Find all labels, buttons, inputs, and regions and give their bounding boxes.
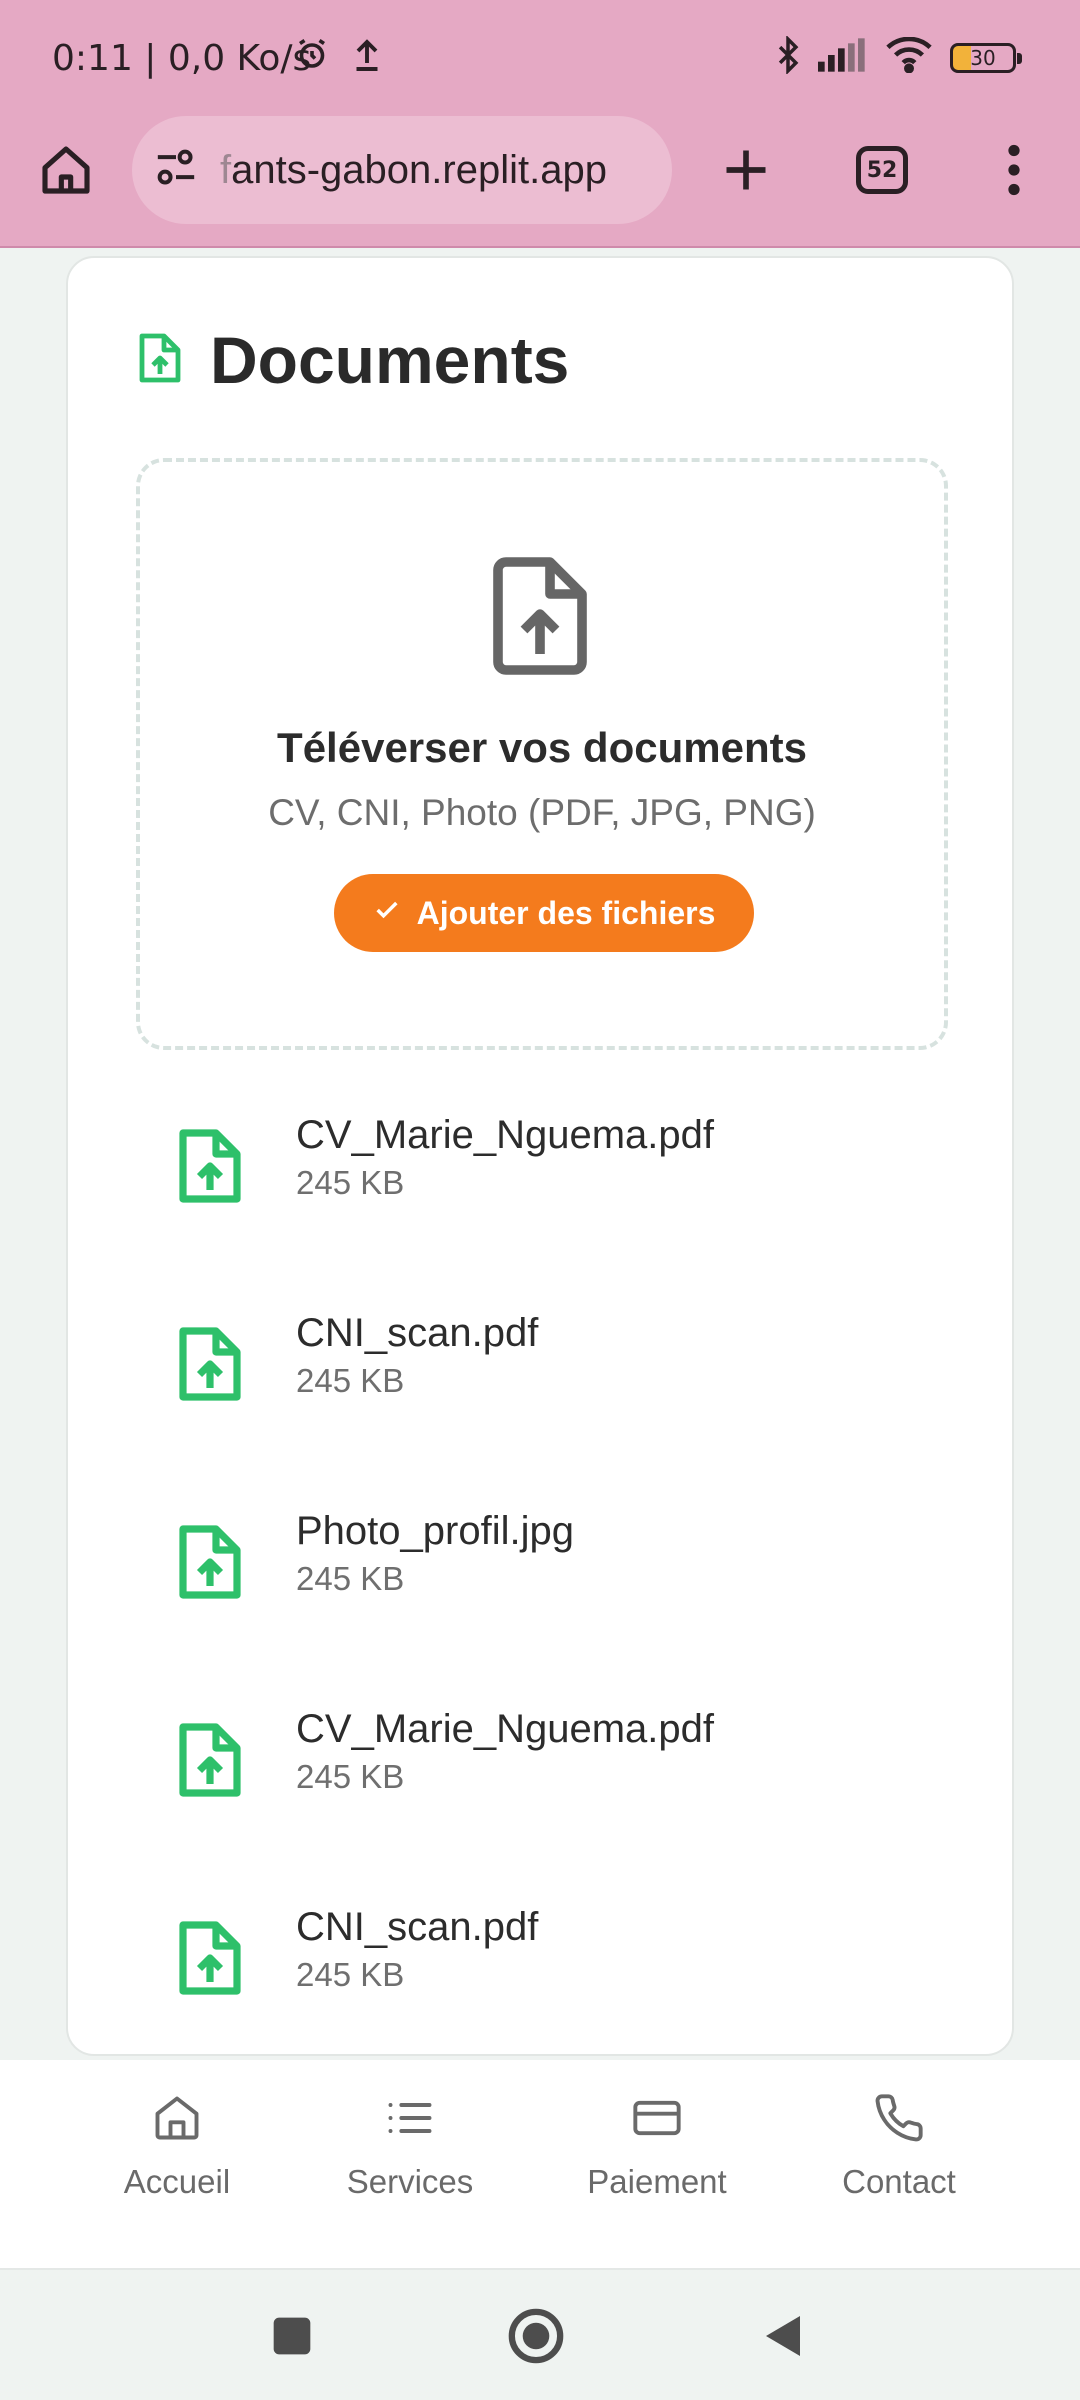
file-upload-icon <box>174 1322 246 1406</box>
bluetooth-icon <box>776 34 800 79</box>
file-upload-icon <box>174 1916 246 2000</box>
file-upload-icon <box>174 1520 246 1604</box>
status-time: 0:11 | 0,0 Ko/s <box>52 38 312 79</box>
list-item[interactable]: CV_Marie_Nguema.pdf 245 KB <box>174 1112 954 1310</box>
nav-item-accueil[interactable]: Accueil <box>77 2092 277 2201</box>
back-button[interactable] <box>752 2306 812 2366</box>
file-size: 245 KB <box>296 1560 405 1597</box>
url-bar[interactable]: fants-gabon.replit.app <box>132 116 672 224</box>
new-tab-button[interactable] <box>710 134 782 206</box>
wifi-icon <box>886 36 932 78</box>
home-button[interactable] <box>30 134 102 206</box>
menu-button[interactable] <box>978 134 1050 206</box>
url-text[interactable]: fants-gabon.replit.app <box>220 148 660 193</box>
documents-card: Documents Téléverser vos documents CV, C… <box>66 256 1014 2056</box>
browser-toolbar: fants-gabon.replit.app 52 <box>0 114 1080 226</box>
nav-label: Paiement <box>587 2163 727 2200</box>
recents-button[interactable] <box>262 2306 322 2366</box>
file-meta: CNI_scan.pdf 245 KB <box>296 1310 538 1400</box>
file-size: 245 KB <box>296 1956 405 1993</box>
upload-subtitle: CV, CNI, Photo (PDF, JPG, PNG) <box>268 792 816 833</box>
alarm-icon <box>294 36 330 77</box>
status-left-icons <box>294 36 382 77</box>
tab-count: 52 <box>856 146 908 194</box>
file-size: 245 KB <box>296 1164 405 1201</box>
file-name: Photo_profil.jpg <box>296 1509 574 1553</box>
file-name: CV_Marie_Nguema.pdf <box>296 1707 714 1751</box>
list-item[interactable]: Photo_profil.jpg 245 KB <box>174 1508 954 1706</box>
url-domain: ants-gabon.replit.app <box>231 147 607 192</box>
card-icon <box>629 2092 685 2149</box>
status-right-icons: 30 <box>776 34 1022 79</box>
site-settings-icon[interactable] <box>154 148 198 193</box>
battery-indicator: 30 <box>950 42 1022 73</box>
nav-item-contact[interactable]: Contact <box>799 2092 999 2201</box>
nav-label: Services <box>346 2163 474 2200</box>
check-icon <box>373 895 401 932</box>
file-name: CV_Marie_Nguema.pdf <box>296 1113 714 1157</box>
file-upload-large-icon <box>140 554 944 678</box>
nav-item-paiement[interactable]: Paiement <box>557 2092 757 2201</box>
status-bar: 0:11 | 0,0 Ko/s 30 <box>0 0 1080 120</box>
nav-label: Accueil <box>123 2163 231 2200</box>
file-size: 245 KB <box>296 1362 405 1399</box>
file-meta: CNI_scan.pdf 245 KB <box>296 1904 538 1994</box>
upload-dropzone[interactable]: Téléverser vos documents CV, CNI, Photo … <box>136 458 948 1050</box>
file-meta: Photo_profil.jpg 245 KB <box>296 1508 574 1598</box>
list-icon <box>384 2092 436 2149</box>
nav-item-services[interactable]: Services <box>310 2092 510 2201</box>
list-item[interactable]: CNI_scan.pdf 245 KB <box>174 1310 954 1508</box>
add-files-label: Ajouter des fichiers <box>416 894 716 931</box>
add-files-button[interactable]: Ajouter des fichiers <box>334 874 754 952</box>
page-title: Documents <box>210 323 570 397</box>
upload-title: Téléverser vos documents <box>277 724 807 771</box>
signal-icon <box>818 38 868 77</box>
card-header: Documents <box>136 322 569 398</box>
file-upload-icon <box>136 330 184 391</box>
bottom-nav: Accueil Services Paiement Contact <box>0 2060 1080 2270</box>
file-name: CNI_scan.pdf <box>296 1905 539 1949</box>
upload-arrow-icon <box>352 36 382 77</box>
file-size: 245 KB <box>296 1758 405 1795</box>
file-upload-icon <box>174 1718 246 1802</box>
file-list: CV_Marie_Nguema.pdf 245 KB CNI_scan.pdf … <box>174 1112 954 2102</box>
file-name: CNI_scan.pdf <box>296 1311 539 1355</box>
browser-chrome: 0:11 | 0,0 Ko/s 30 fants-gabon.replit.ap… <box>0 0 1080 248</box>
list-item[interactable]: CV_Marie_Nguema.pdf 245 KB <box>174 1706 954 1904</box>
home-system-button[interactable] <box>506 2306 566 2366</box>
file-meta: CV_Marie_Nguema.pdf 245 KB <box>296 1112 714 1202</box>
tab-switcher-button[interactable]: 52 <box>846 134 918 206</box>
file-meta: CV_Marie_Nguema.pdf 245 KB <box>296 1706 714 1796</box>
file-upload-icon <box>174 1124 246 1208</box>
system-nav-bar <box>0 2272 1080 2400</box>
url-faded-prefix: f <box>220 147 232 192</box>
phone-icon <box>873 2092 925 2149</box>
home-icon <box>151 2092 203 2149</box>
nav-label: Contact <box>842 2163 956 2200</box>
